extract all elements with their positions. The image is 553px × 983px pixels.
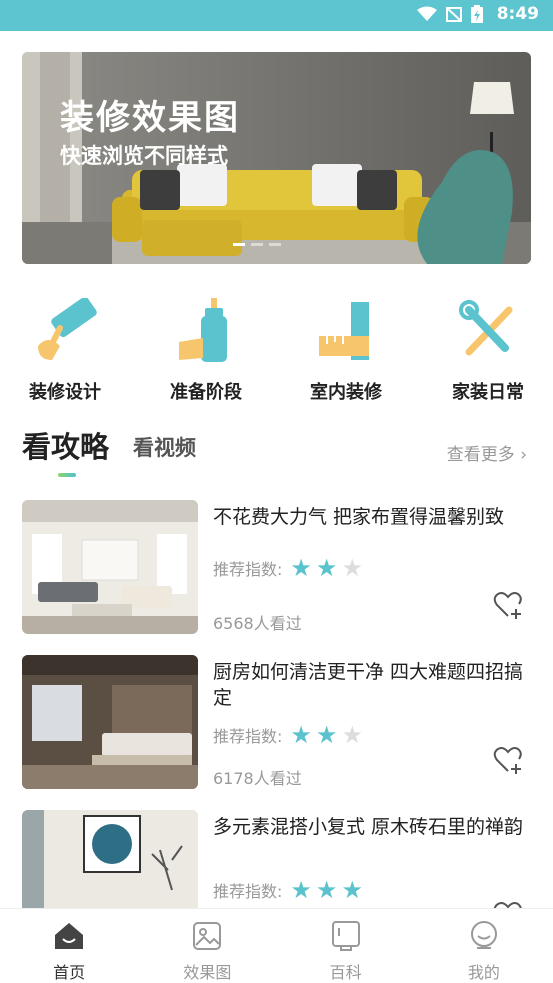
rating-row: 推荐指数: ★ ★ ★ [213, 556, 363, 580]
star-icon: ★ [290, 876, 312, 904]
carousel-dot [269, 243, 281, 246]
article-thumbnail [22, 500, 198, 634]
article-card[interactable]: 厨房如何清洁更干净 四大难题四招搞定 推荐指数: ★ ★ ★ 6178人看过 [22, 655, 531, 789]
star-icon: ★ [315, 876, 338, 904]
category-label: 室内装修 [310, 382, 382, 403]
category-interior[interactable]: 室内装修 [286, 292, 406, 404]
nav-encyclopedia[interactable]: 百科 [277, 909, 415, 983]
nav-label: 效果图 [183, 963, 232, 982]
tab-guides[interactable]: 看攻略 [22, 424, 109, 466]
star-empty-icon: ★ [341, 554, 363, 582]
article-card[interactable]: 不花费大力气 把家布置得温馨别致 推荐指数: ★ ★ ★ 6568人看过 [22, 500, 531, 634]
rating-label: 推荐指数: [213, 882, 283, 901]
rating-row: 推荐指数: ★ ★ ★ [213, 878, 363, 902]
category-daily[interactable]: 家装日常 [428, 292, 548, 404]
view-more-label: 查看更多 [446, 445, 515, 465]
nav-label: 百科 [329, 963, 362, 982]
article-title: 不花费大力气 把家布置得温馨别致 [213, 506, 505, 528]
article-thumbnail [22, 655, 198, 789]
view-more-link[interactable]: 查看更多 › [447, 440, 527, 465]
rating-row: 推荐指数: ★ ★ ★ [213, 723, 363, 747]
favorite-add-icon[interactable] [493, 745, 523, 775]
carousel-dot [233, 243, 245, 246]
nav-label: 我的 [467, 963, 500, 982]
favorite-add-icon[interactable] [493, 590, 523, 620]
content-tabs: 看攻略 看视频 查看更多 › [22, 424, 531, 484]
view-count: 6178人看过 [213, 769, 302, 788]
carousel-dot [251, 243, 263, 246]
nav-label: 首页 [53, 963, 86, 982]
banner-subtitle: 快速浏览不同样式 [60, 144, 228, 168]
tab-videos[interactable]: 看视频 [133, 432, 196, 462]
article-title: 厨房如何清洁更干净 四大难题四招搞定 [213, 661, 524, 709]
profile-icon [470, 921, 497, 949]
tools-icon [459, 300, 513, 356]
rating-label: 推荐指数: [213, 727, 283, 746]
nav-home[interactable]: 首页 [0, 909, 138, 983]
category-label: 装修设计 [29, 382, 101, 403]
star-icon: ★ [315, 554, 338, 582]
star-icon: ★ [290, 554, 312, 582]
chevron-right-icon: › [520, 445, 527, 465]
banner-title: 装修效果图 [60, 98, 240, 138]
no-signal-icon [445, 7, 462, 22]
status-time: 8:49 [496, 4, 539, 24]
category-label: 准备阶段 [170, 382, 242, 403]
wifi-icon [416, 6, 437, 21]
category-prepare[interactable]: 准备阶段 [146, 292, 266, 404]
bottom-nav: 首页 效果图 百科 我的 [0, 908, 553, 983]
nav-gallery[interactable]: 效果图 [138, 909, 276, 983]
view-count: 6568人看过 [213, 614, 302, 633]
article-title: 多元素混搭小复式 原木砖石里的禅韵 [213, 816, 524, 838]
book-icon [331, 921, 360, 951]
image-icon [193, 922, 222, 950]
star-empty-icon: ★ [341, 721, 363, 749]
category-label: 家装日常 [452, 382, 524, 403]
star-icon: ★ [290, 721, 312, 749]
battery-charging-icon [470, 5, 483, 23]
carousel-indicator [233, 243, 293, 247]
banner-carousel[interactable]: 装修效果图 快速浏览不同样式 [22, 52, 531, 264]
nav-profile[interactable]: 我的 [415, 909, 553, 983]
paint-roller-icon [38, 298, 97, 360]
category-design[interactable]: 装修设计 [5, 292, 125, 404]
tab-indicator [58, 473, 76, 477]
star-icon: ★ [315, 721, 338, 749]
status-bar: 8:49 [0, 0, 553, 31]
ruler-icon [319, 302, 369, 360]
home-icon [55, 923, 84, 949]
star-icon: ★ [341, 876, 363, 904]
paint-bottle-icon [179, 298, 227, 362]
rating-label: 推荐指数: [213, 560, 283, 579]
